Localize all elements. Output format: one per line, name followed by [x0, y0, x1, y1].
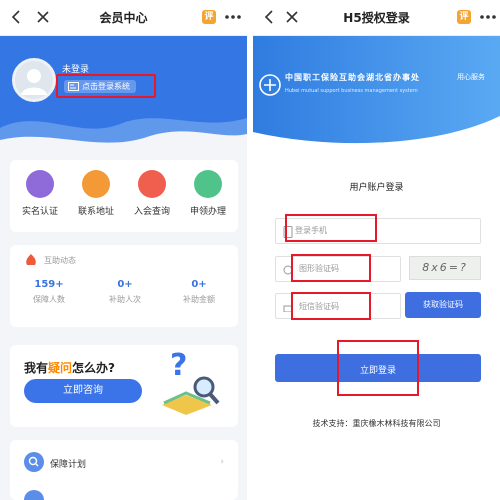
- stat-aid-amount: 0+ 补助金额: [164, 279, 234, 305]
- chevron-right-icon: ›: [220, 457, 224, 467]
- list-icon: [24, 490, 44, 500]
- image-code-input[interactable]: 图形验证码: [299, 263, 339, 274]
- phone-input[interactable]: 登录手机: [295, 225, 327, 236]
- action-real-name-auth[interactable]: 实名认证: [14, 170, 66, 217]
- user-silhouette-icon: [21, 69, 47, 95]
- stat-caption: 补助金额: [183, 295, 215, 304]
- stat-caption: 补助人次: [109, 295, 141, 304]
- org-name: 中国职工保险互助会湖北省办事处: [285, 73, 420, 82]
- action-label: 实名认证: [21, 207, 58, 217]
- action-claim-processing[interactable]: 申领办理: [182, 170, 234, 217]
- captcha-image[interactable]: 8x6=?: [409, 256, 481, 280]
- action-label: 联系地址: [77, 207, 114, 217]
- plan-row[interactable]: 保障计划 ›: [24, 452, 224, 472]
- consult-button[interactable]: 立即咨询: [24, 379, 142, 403]
- action-membership-query[interactable]: 入会查询: [126, 170, 178, 217]
- org-slogan: 用心服务: [457, 73, 485, 81]
- question-magnifier-icon: ?: [162, 348, 220, 415]
- stats-title: 互助动态: [44, 256, 76, 265]
- plan-card: 保障计划 ›: [10, 440, 238, 500]
- submit-highlight: [337, 340, 419, 396]
- handshake-icon: [194, 170, 222, 198]
- form-title: 用户账户登录: [349, 183, 404, 193]
- org-logo-icon: [259, 74, 281, 96]
- h5-login-screen: H5授权登录 评 中国职工保险互助会湖北省办事处 Hubei mutual su…: [253, 0, 500, 500]
- member-center-screen: 会员中心 评 未登录 点击登录系统 实名认证 联系地址 入会查询 申领办理 互助…: [0, 0, 247, 500]
- stat-value: 159+: [34, 279, 64, 290]
- plan-label: 保障计划: [50, 460, 87, 470]
- nav-bar: 会员中心 评: [0, 0, 247, 36]
- stat-value: 0+: [191, 279, 207, 290]
- nav-bar: H5授权登录 评: [253, 0, 500, 36]
- id-card-icon: [26, 170, 54, 198]
- more-icon[interactable]: [479, 9, 497, 25]
- tech-support: 技术支持：重庆橡木林科技有限公司: [312, 419, 441, 428]
- action-label: 申领办理: [189, 207, 226, 217]
- consult-card: 我有疑问怎么办? 立即咨询 ?: [10, 345, 238, 427]
- login-button[interactable]: 点击登录系统: [64, 80, 136, 93]
- consult-title: 我有疑问怎么办?: [24, 361, 115, 375]
- stats-card: 互助动态 159+ 保障人数 0+ 补助人次 0+ 补助金额: [10, 245, 238, 327]
- stat-value: 0+: [117, 279, 133, 290]
- action-contact-address[interactable]: 联系地址: [70, 170, 122, 217]
- flame-icon: [26, 254, 36, 265]
- quick-actions-card: 实名认证 联系地址 入会查询 申领办理: [10, 160, 238, 232]
- login-button-highlight[interactable]: 点击登录系统: [56, 74, 156, 98]
- svg-text:?: ?: [170, 348, 187, 383]
- action-label: 入会查询: [133, 207, 170, 217]
- login-button-label: 点击登录系统: [82, 82, 130, 91]
- member-icon: [138, 170, 166, 198]
- more-icon[interactable]: [224, 9, 242, 25]
- stat-insured: 159+ 保障人数: [14, 279, 84, 305]
- stat-aided-count: 0+ 补助人次: [90, 279, 160, 305]
- mini-app-icon[interactable]: 评: [202, 10, 216, 24]
- sms-code-input[interactable]: 短信验证码: [299, 301, 339, 312]
- search-icon: [24, 452, 44, 472]
- id-card-icon: [68, 82, 79, 91]
- avatar[interactable]: [12, 58, 56, 102]
- mini-app-icon[interactable]: 评: [457, 10, 471, 24]
- org-name-en: Hubei mutual support business management…: [285, 88, 418, 94]
- location-pin-icon: [82, 170, 110, 198]
- stat-caption: 保障人数: [33, 295, 65, 304]
- get-sms-code-button[interactable]: 获取验证码: [405, 292, 481, 318]
